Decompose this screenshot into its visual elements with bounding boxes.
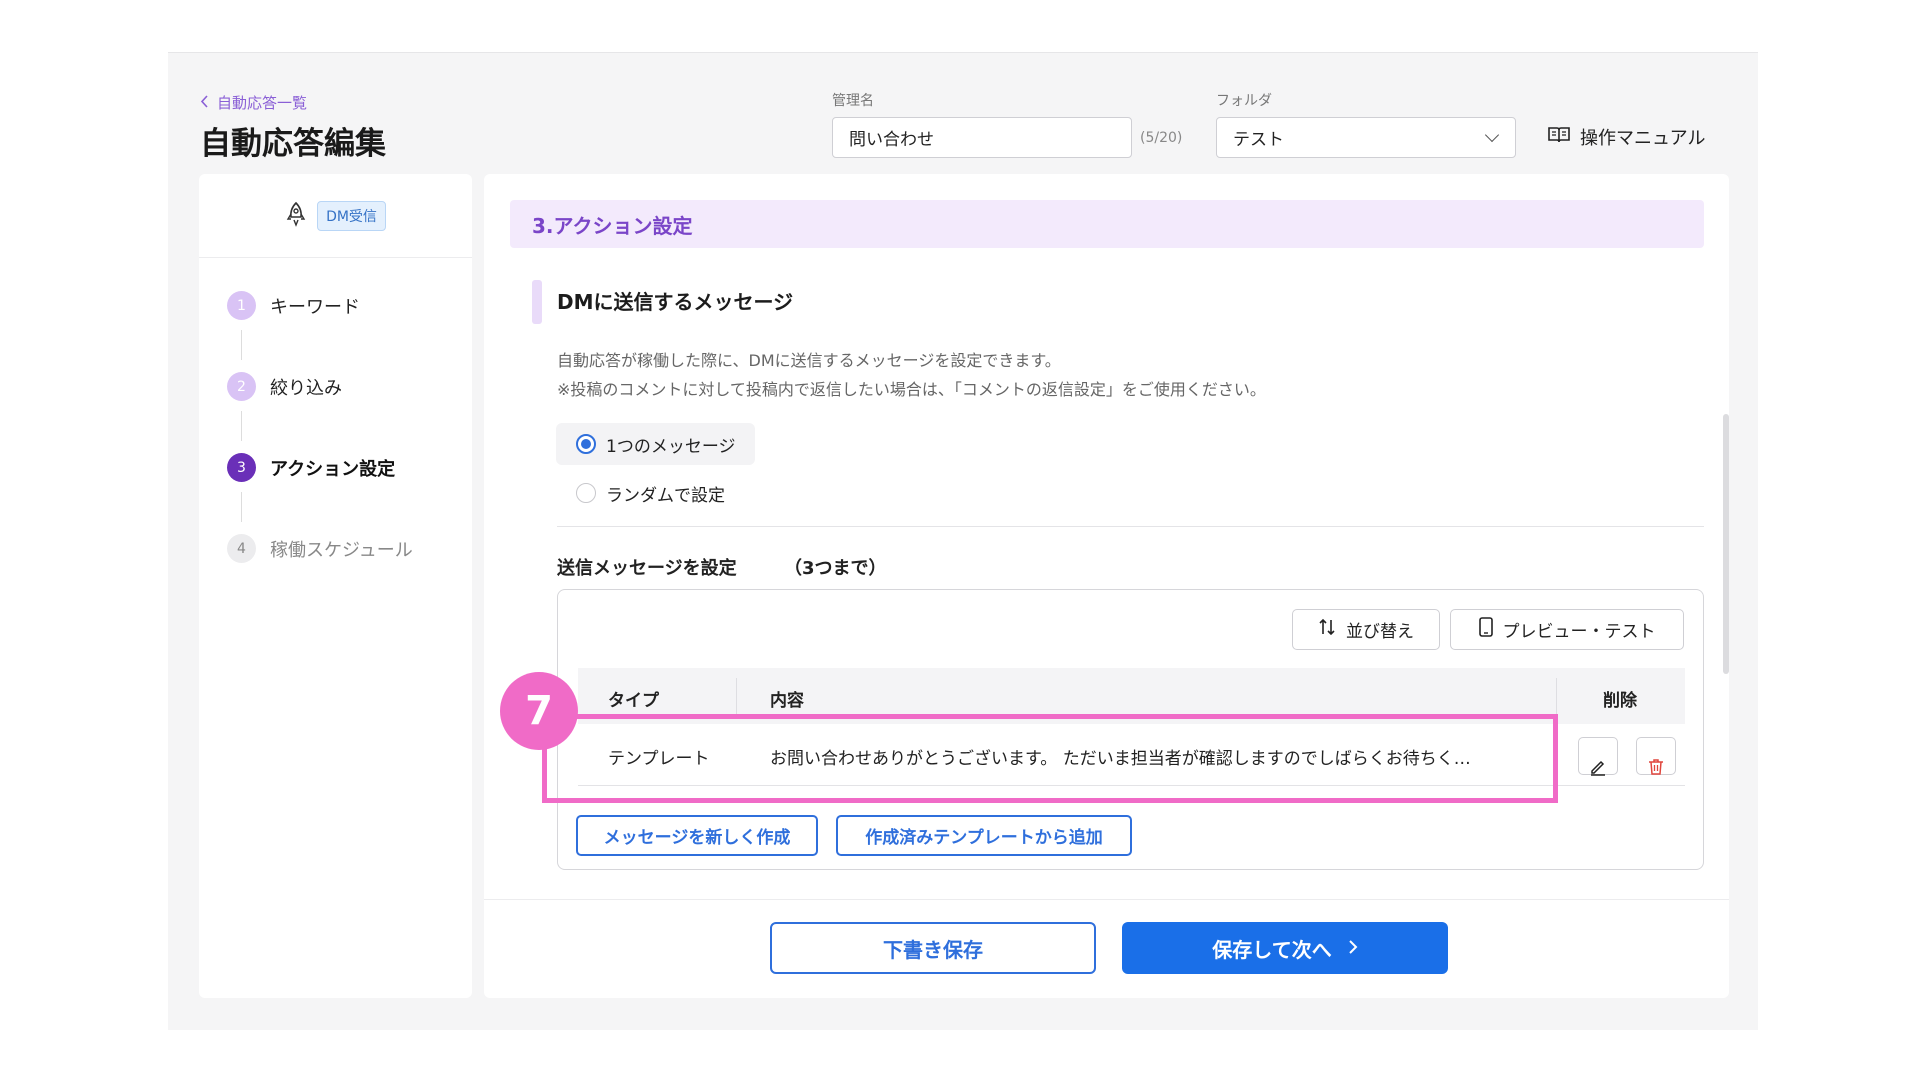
divider [557,526,1704,527]
trigger-badge: DM受信 [317,200,386,231]
step-label: アクション設定 [270,458,396,480]
radio-random[interactable]: ランダムで設定 [556,472,745,514]
manual-link[interactable]: 操作マニュアル [1548,124,1705,150]
folder-select-value: テスト [1233,130,1284,150]
sort-icon [1318,618,1336,641]
radio-label: ランダムで設定 [606,485,725,506]
column-header-type: タイプ [608,691,659,711]
manual-label: 操作マニュアル [1580,128,1706,149]
main-panel: 3.アクション設定 DMに送信するメッセージ 自動応答が稼働した際に、DMに送信… [484,174,1729,998]
message-set-limit: （3つまで） [784,558,887,579]
radio-single-message[interactable]: 1つのメッセージ [556,423,756,465]
save-next-label: 保存して次へ [1212,937,1332,962]
radio-unchecked-icon [576,483,596,503]
back-link[interactable]: 自動応答一覧 [200,92,307,113]
step-number: 1 [227,291,256,320]
column-header-content: 内容 [770,691,804,711]
trigger-panel: DM受信 [199,174,472,258]
step-item-filter[interactable]: 2 絞り込み [227,372,342,401]
chevron-left-icon [200,94,209,112]
name-input-value: 問い合わせ [849,130,934,150]
pencil-icon [1589,758,1607,781]
folder-select[interactable]: テスト [1216,117,1516,158]
name-input[interactable]: 問い合わせ [832,117,1132,158]
name-label: 管理名 [832,93,874,109]
step-item-keyword[interactable]: 1 キーワード [227,291,360,320]
save-draft-button[interactable]: 下書き保存 [770,922,1096,974]
add-from-template-label: 作成済みテンプレートから追加 [865,828,1103,848]
step-label: 稼働スケジュール [270,539,413,561]
folder-label: フォルダ [1216,93,1272,109]
sub-title-accent [532,280,542,324]
back-link-label: 自動応答一覧 [217,94,308,112]
add-from-template-button[interactable]: 作成済みテンプレートから追加 [836,815,1132,856]
step-connector [241,411,242,441]
step-item-schedule[interactable]: 4 稼働スケジュール [227,534,413,563]
section-title: 3.アクション設定 [510,200,1704,248]
step-connector [241,330,242,360]
scrollbar[interactable] [1723,414,1729,674]
trash-icon [1648,758,1664,781]
name-counter: (5/20) [1140,130,1183,146]
message-set-label: 送信メッセージを設定 [557,558,737,579]
tutorial-highlight-box [542,714,1558,803]
chevron-right-icon [1348,936,1358,960]
save-next-button[interactable]: 保存して次へ [1122,922,1448,974]
step-number: 3 [227,453,256,482]
page-title: 自動応答編集 [200,126,386,162]
new-message-button[interactable]: メッセージを新しく作成 [576,815,818,856]
new-message-label: メッセージを新しく作成 [603,828,791,848]
smartphone-icon [1478,617,1493,642]
radio-label: 1つのメッセージ [606,436,736,457]
step-connector [241,492,242,522]
step-sidebar: DM受信 1 キーワード 2 絞り込み 3 アクション設定 4 稼働スケジュール [199,174,472,998]
tutorial-step-marker: 7 [500,672,578,750]
column-separator [1556,678,1557,714]
preview-test-button[interactable]: プレビュー・テスト [1450,609,1684,650]
step-label: キーワード [270,296,360,318]
book-icon [1548,126,1570,149]
step-item-action[interactable]: 3 アクション設定 [227,453,395,482]
chevron-down-icon [1484,127,1500,143]
column-header-delete: 削除 [1603,691,1637,711]
step-number: 4 [227,534,256,563]
radio-checked-icon [576,434,596,454]
sort-label: 並び替え [1346,622,1414,642]
delete-button[interactable] [1636,737,1676,775]
footer-divider [484,899,1729,900]
step-number: 2 [227,372,256,401]
column-separator [736,678,737,714]
step-label: 絞り込み [270,377,342,399]
preview-test-label: プレビュー・テスト [1502,622,1656,642]
rocket-icon [285,201,307,231]
description-line: ※投稿のコメントに対して投稿内で返信したい場合は、「コメントの返信設定」をご使用… [557,380,1266,399]
save-draft-label: 下書き保存 [883,937,983,962]
description-line: 自動応答が稼働した際に、DMに送信するメッセージを設定できます。 [557,351,1061,370]
sub-title: DMに送信するメッセージ [557,290,794,314]
sort-button[interactable]: 並び替え [1292,609,1440,650]
edit-button[interactable] [1578,737,1618,776]
